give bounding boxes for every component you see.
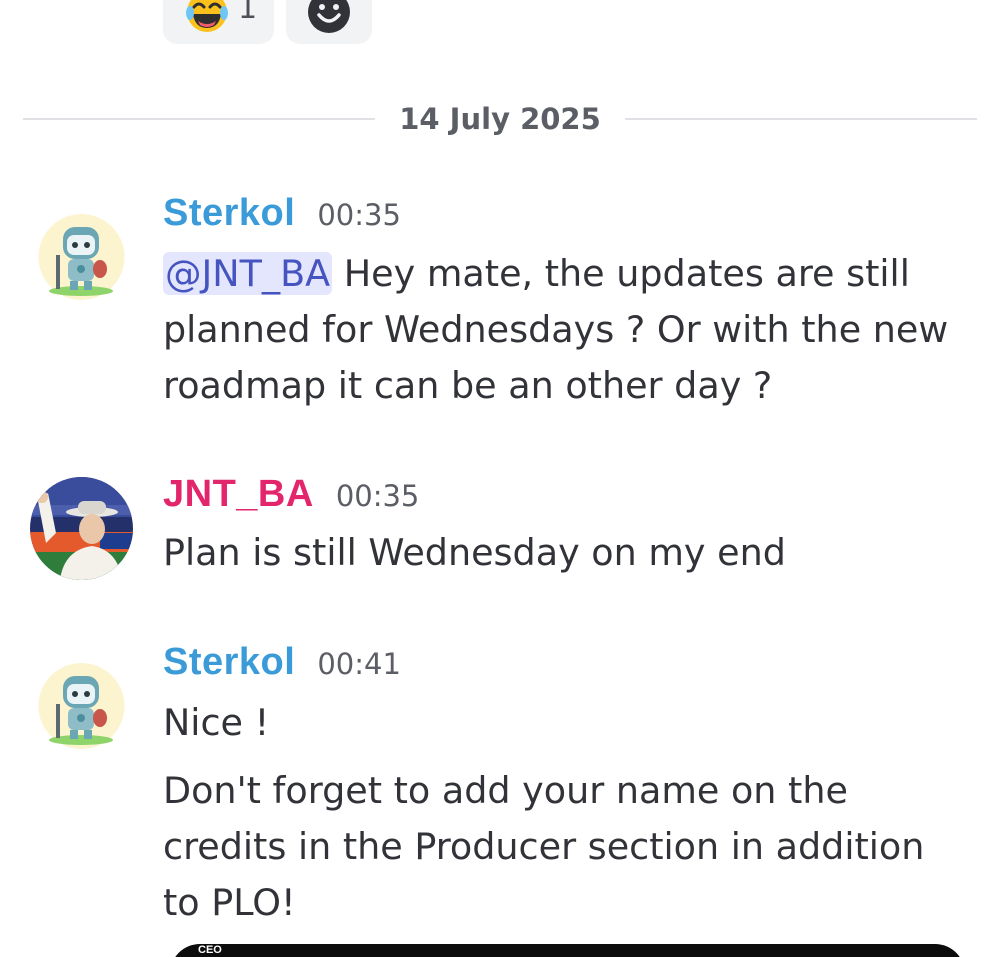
avatar[interactable] (30, 654, 133, 757)
message-header: Sterkol 00:41 (163, 641, 963, 691)
message-body: JNT_BA 00:35 Plan is still Wednesday on … (163, 473, 963, 581)
message-body: Sterkol 00:35 @JNT_BA Hey mate, the upda… (163, 192, 963, 414)
avatar[interactable] (30, 205, 133, 308)
username[interactable]: Sterkol (163, 641, 295, 684)
message-text: @JNT_BA Hey mate, the updates are still … (163, 246, 963, 414)
attachment-label: CEO (198, 944, 222, 956)
message-header: Sterkol 00:35 (163, 192, 963, 242)
image-attachment[interactable]: CEO (170, 944, 965, 957)
timestamp: 00:35 (317, 198, 401, 232)
timestamp: 00:35 (335, 479, 420, 513)
robot-avatar-icon (30, 205, 133, 308)
robot-avatar-icon (30, 654, 133, 757)
message-header: JNT_BA 00:35 (163, 473, 963, 523)
timestamp: 00:41 (317, 647, 401, 681)
cricketer-avatar-icon (30, 477, 133, 580)
add-reaction-button[interactable] (286, 0, 372, 44)
add-reaction-icon (308, 0, 350, 33)
message-text: Nice ! Don't forget to add your name on … (163, 695, 963, 931)
message-paragraph: Nice ! (163, 701, 270, 744)
message-body: Sterkol 00:41 Nice ! Don't forget to add… (163, 641, 963, 931)
reaction-count: 1 (237, 0, 258, 26)
message-text: Plan is still Wednesday on my end (163, 531, 786, 574)
avatar[interactable] (30, 477, 133, 580)
user-mention[interactable]: @JNT_BA (163, 252, 333, 295)
divider-line (624, 118, 978, 120)
chat-view: 1 14 July 2025 Sterkol 00:35 @JNT_BA Hey… (0, 0, 1000, 957)
date-divider: 14 July 2025 (23, 100, 978, 138)
divider-date: 14 July 2025 (399, 102, 601, 136)
message-paragraph: Don't forget to add your name on the cre… (163, 769, 925, 924)
face-with-tears-of-joy-icon (185, 0, 228, 32)
username[interactable]: Sterkol (163, 192, 295, 235)
reaction-bar: 1 (163, 0, 372, 44)
laugh-reaction[interactable]: 1 (163, 0, 274, 44)
username[interactable]: JNT_BA (163, 473, 314, 516)
divider-line (23, 118, 376, 120)
